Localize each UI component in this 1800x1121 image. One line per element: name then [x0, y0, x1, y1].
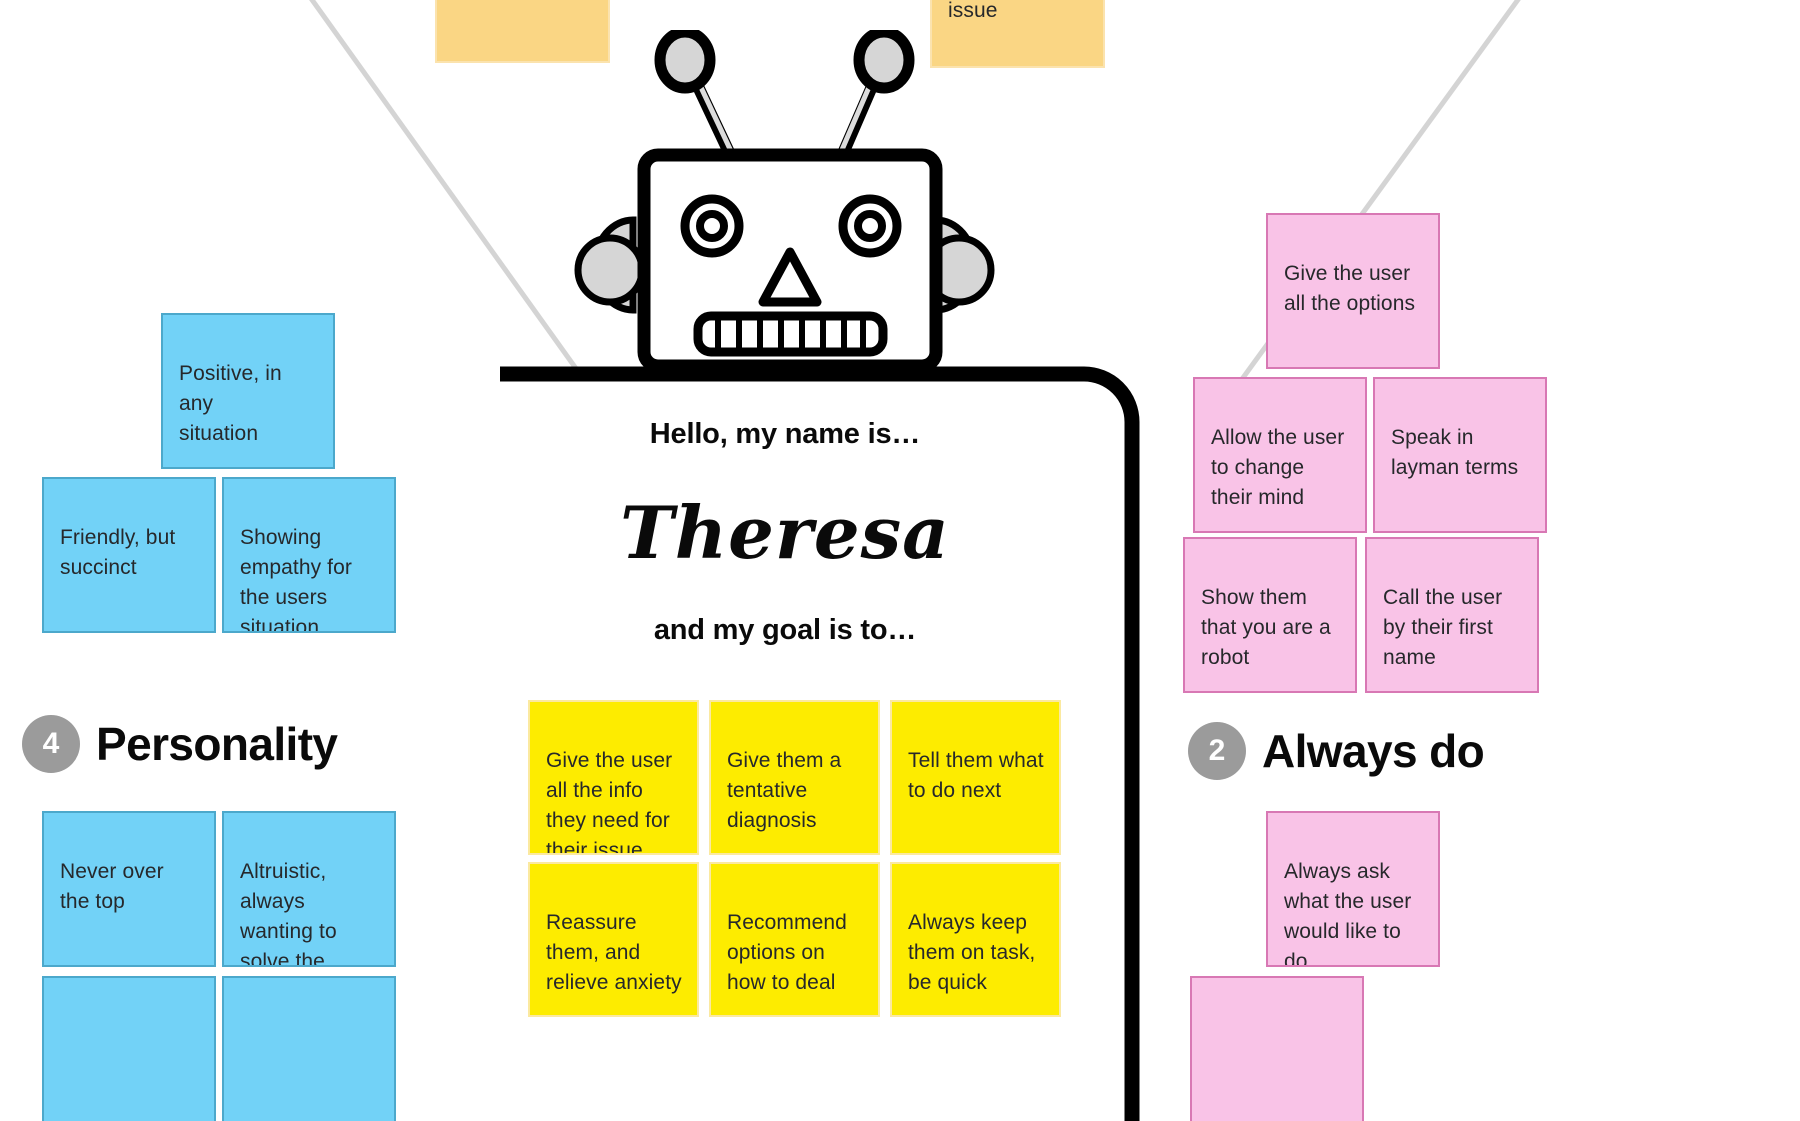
note-text: Never over the top	[60, 860, 164, 914]
note-text: Give the user all the options	[1284, 262, 1416, 316]
note-blue-clipped-2[interactable]	[222, 976, 396, 1121]
note-text: info to triage issue	[948, 0, 998, 23]
persona-name-text: Theresa	[620, 490, 950, 575]
note-yellow-5[interactable]: Recommend options on how to deal	[709, 862, 880, 1017]
note-blue-clipped-1[interactable]	[42, 976, 216, 1121]
note-text: Always keep them on task, be quick	[908, 911, 1036, 995]
section-number: 2	[1208, 734, 1226, 767]
note-pink-first-name[interactable]: Call the user by their first name	[1365, 537, 1539, 693]
note-text: Show them that you are a robot	[1201, 586, 1331, 670]
note-blue-empathy[interactable]: Showing empathy for the users situation	[222, 477, 396, 633]
note-text: Call the user by their first name	[1383, 586, 1503, 670]
note-blue-friendly[interactable]: Friendly, but succinct	[42, 477, 216, 633]
persona-canvas: next info to triage issue	[0, 0, 1800, 1121]
note-yellow-6[interactable]: Always keep them on task, be quick	[890, 862, 1061, 1017]
page-title-always-do: Always do	[1262, 724, 1485, 778]
page-title-personality: Personality	[96, 717, 338, 771]
note-text: Friendly, but succinct	[60, 526, 176, 580]
hello-label-text: Hello, my name is…	[649, 418, 921, 450]
note-yellow-2[interactable]: Give them a tentative diagnosis	[709, 700, 880, 855]
note-orange-triage[interactable]: info to triage issue	[930, 0, 1105, 68]
note-text: Tell them what to do next	[908, 749, 1044, 803]
note-text: Showing empathy for the users situation	[240, 526, 352, 633]
note-text: Give the user all the info they need for…	[546, 749, 673, 855]
section-title-text: Personality	[96, 718, 338, 770]
section-number-badge: 2	[1188, 722, 1246, 780]
hello-label: Hello, my name is…	[455, 418, 1115, 451]
goal-label: and my goal is to…	[455, 614, 1115, 647]
note-blue-never-over-top[interactable]: Never over the top	[42, 811, 216, 967]
section-number-badge: 4	[22, 715, 80, 773]
note-pink-always-ask[interactable]: Always ask what the user would like to d…	[1266, 811, 1440, 967]
note-text: Allow the user to change their mind	[1211, 426, 1345, 510]
note-text: Reassure them, and relieve anxiety	[546, 911, 682, 995]
note-blue-positive[interactable]: Positive, in any situation	[161, 313, 335, 469]
note-yellow-1[interactable]: Give the user all the info they need for…	[528, 700, 699, 855]
note-pink-show-robot[interactable]: Show them that you are a robot	[1183, 537, 1357, 693]
note-pink-change-mind[interactable]: Allow the user to change their mind	[1193, 377, 1367, 533]
section-title-text: Always do	[1262, 725, 1485, 777]
section-number: 4	[42, 727, 60, 760]
note-text: Speak in layman terms	[1391, 426, 1519, 480]
note-pink-clipped-1[interactable]	[1190, 976, 1364, 1121]
note-text: Give them a tentative diagnosis	[727, 749, 842, 833]
persona-name: Theresa	[455, 490, 1115, 575]
goal-label-text: and my goal is to…	[653, 614, 917, 646]
note-text: Altruistic, always wanting to solve the …	[240, 860, 337, 967]
note-orange-next[interactable]: next	[435, 0, 610, 63]
note-text: Positive, in any situation	[179, 362, 282, 446]
section-always-do: 2 Always do	[1188, 722, 1485, 780]
section-personality: 4 Personality	[22, 715, 338, 773]
note-pink-layman-terms[interactable]: Speak in layman terms	[1373, 377, 1547, 533]
note-yellow-3[interactable]: Tell them what to do next	[890, 700, 1061, 855]
note-pink-all-options[interactable]: Give the user all the options	[1266, 213, 1440, 369]
note-text: Recommend options on how to deal	[727, 911, 847, 995]
note-blue-altruistic[interactable]: Altruistic, always wanting to solve the …	[222, 811, 396, 967]
note-yellow-4[interactable]: Reassure them, and relieve anxiety	[528, 862, 699, 1017]
note-text: Always ask what the user would like to d…	[1284, 860, 1412, 967]
